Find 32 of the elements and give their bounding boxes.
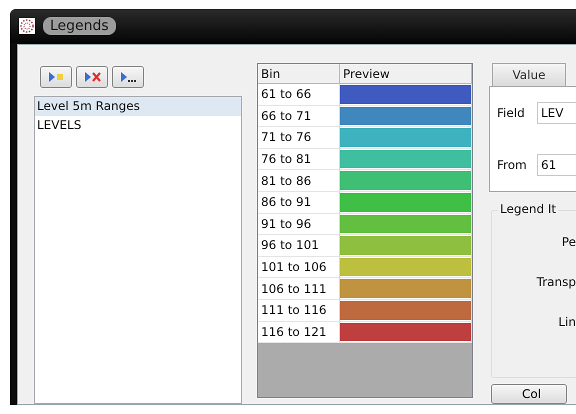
- property-label: Transp: [536, 275, 576, 291]
- value-tab[interactable]: Value: [492, 63, 566, 86]
- bin-cell: 106 to 111: [258, 278, 340, 300]
- column-header[interactable]: Preview: [340, 64, 472, 84]
- bin-cell: 91 to 96: [258, 214, 340, 236]
- bin-cell: 61 to 66: [258, 84, 340, 106]
- color-button[interactable]: Col: [491, 384, 567, 404]
- text-field[interactable]: 61: [537, 154, 576, 176]
- text-field[interactable]: LEV: [537, 102, 576, 124]
- property-label: Lin: [557, 315, 576, 331]
- legend-list-item[interactable]: Level 5m Ranges: [35, 97, 241, 116]
- column-header[interactable]: Bin: [258, 64, 340, 84]
- bin-cell: 96 to 101: [258, 235, 340, 257]
- property-label: Pe: [560, 235, 576, 251]
- bin-cell: 111 to 116: [258, 300, 340, 322]
- bin-cell: 66 to 71: [258, 106, 340, 128]
- group-title: Legend It: [498, 202, 558, 216]
- bin-cell: 81 to 86: [258, 170, 340, 192]
- bin-cell: 116 to 121: [258, 322, 340, 344]
- more-icon: [119, 69, 137, 85]
- bin-cell: 86 to 91: [258, 192, 340, 214]
- delete-button[interactable]: [76, 66, 108, 88]
- more-button[interactable]: [112, 66, 144, 88]
- bin-cell: 71 to 76: [258, 127, 340, 149]
- app-icon: [19, 18, 35, 34]
- field-label: From: [497, 158, 528, 172]
- bin-cell: 76 to 81: [258, 148, 340, 170]
- window-title: Legends: [43, 17, 116, 35]
- bin-cell: 101 to 106: [258, 256, 340, 278]
- field-label: Field: [497, 106, 526, 120]
- delete-icon: [83, 69, 101, 85]
- legend-list-item[interactable]: LEVELS: [35, 116, 241, 135]
